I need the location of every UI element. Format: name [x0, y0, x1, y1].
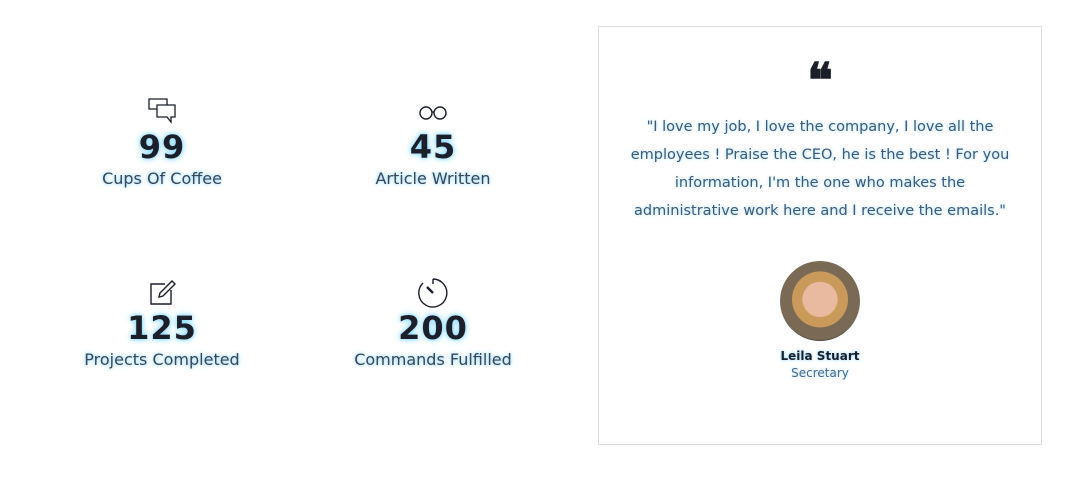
stat-projects-completed: 125 Projects Completed	[32, 278, 292, 369]
testimonial-card: ❝ "I love my job, I love the company, I …	[598, 26, 1042, 445]
testimonial-quote: "I love my job, I love the company, I lo…	[630, 119, 1010, 219]
stat-value: 45	[409, 128, 457, 166]
avatar	[780, 261, 860, 341]
stat-article-written: 45 Article Written	[303, 97, 563, 188]
chat-bubbles-icon	[32, 97, 292, 127]
testimonial-role: Secretary	[791, 366, 849, 380]
testimonial-name: Leila Stuart	[780, 349, 860, 363]
stat-value: 200	[398, 309, 468, 347]
stat-value: 99	[138, 128, 186, 166]
timer-icon	[303, 278, 563, 308]
stat-cups-of-coffee: 99 Cups Of Coffee	[32, 97, 292, 188]
quote-icon: ❝	[807, 53, 833, 109]
stat-commands-fulfilled: 200 Commands Fulfilled	[303, 278, 563, 369]
stat-value: 125	[127, 309, 197, 347]
stat-label: Cups Of Coffee	[102, 169, 222, 188]
edit-icon	[32, 278, 292, 308]
stat-label: Projects Completed	[84, 350, 240, 369]
stat-label: Article Written	[375, 169, 491, 188]
glasses-icon	[303, 97, 563, 127]
stat-label: Commands Fulfilled	[354, 350, 512, 369]
